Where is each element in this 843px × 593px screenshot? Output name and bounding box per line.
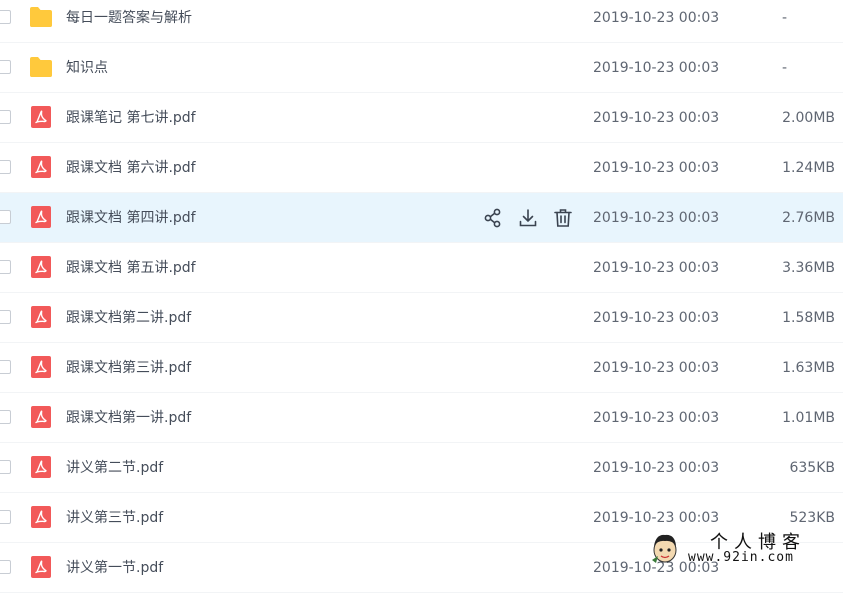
pdf-icon [29, 206, 53, 228]
pdf-icon [29, 456, 53, 478]
file-name[interactable]: 跟课笔记 第七讲.pdf [66, 93, 196, 143]
table-row[interactable]: 讲义第二节.pdf 2019-10-23 00:03 635KB [0, 443, 843, 493]
file-size: 3.36MB [782, 260, 835, 276]
file-name[interactable]: 跟课文档 第六讲.pdf [66, 143, 196, 193]
row-checkbox[interactable] [0, 260, 11, 274]
pdf-icon [29, 406, 53, 428]
file-date: 2019-10-23 00:03 [593, 60, 720, 76]
watermark-url: www.92in.com [688, 550, 794, 565]
file-name[interactable]: 每日一题答案与解析 [66, 0, 192, 43]
pdf-icon [29, 556, 53, 578]
row-checkbox[interactable] [0, 110, 11, 124]
file-name[interactable]: 跟课文档 第五讲.pdf [66, 243, 196, 293]
file-date: 2019-10-23 00:03 [593, 110, 720, 126]
file-size: 2.00MB [782, 110, 835, 126]
file-date: 2019-10-23 00:03 [593, 160, 720, 176]
file-name[interactable]: 跟课文档第三讲.pdf [66, 343, 191, 393]
file-size: - [781, 10, 787, 26]
folder-icon [29, 6, 53, 28]
file-size: 1.63MB [782, 360, 835, 376]
pdf-icon [29, 356, 53, 378]
share-icon[interactable] [482, 207, 504, 229]
file-date: 2019-10-23 00:03 [593, 310, 720, 326]
avatar-icon [652, 534, 677, 563]
row-checkbox[interactable] [0, 210, 11, 224]
pdf-icon [29, 256, 53, 278]
row-checkbox[interactable] [0, 160, 11, 174]
row-checkbox[interactable] [0, 510, 11, 524]
table-row[interactable]: 跟课文档第二讲.pdf 2019-10-23 00:03 1.58MB [0, 293, 843, 343]
folder-icon [29, 56, 53, 78]
pdf-icon [29, 306, 53, 328]
file-size: 1.24MB [782, 160, 835, 176]
row-checkbox[interactable] [0, 560, 11, 574]
table-row[interactable]: 跟课文档 第五讲.pdf 2019-10-23 00:03 3.36MB [0, 243, 843, 293]
delete-icon[interactable] [552, 207, 574, 229]
file-date: 2019-10-23 00:03 [593, 410, 720, 426]
pdf-icon [29, 156, 53, 178]
row-checkbox[interactable] [0, 410, 11, 424]
file-name[interactable]: 讲义第一节.pdf [66, 543, 163, 593]
pdf-icon [29, 106, 53, 128]
file-date: 2019-10-23 00:03 [593, 460, 720, 476]
file-date: 2019-10-23 00:03 [593, 360, 720, 376]
table-row[interactable]: 跟课笔记 第七讲.pdf 2019-10-23 00:03 2.00MB [0, 93, 843, 143]
table-row[interactable]: 跟课文档 第六讲.pdf 2019-10-23 00:03 1.24MB [0, 143, 843, 193]
file-name[interactable]: 跟课文档第一讲.pdf [66, 393, 191, 443]
file-size: 635KB [789, 460, 835, 476]
file-name[interactable]: 讲义第二节.pdf [66, 443, 163, 493]
file-list: 每日一题答案与解析 2019-10-23 00:03 - 知识点 2019-10-23… [0, 0, 843, 593]
row-checkbox[interactable] [0, 360, 11, 374]
row-checkbox[interactable] [0, 460, 11, 474]
watermark: 个人博客 www.92in.com [650, 526, 843, 570]
download-icon[interactable] [517, 207, 539, 229]
table-row[interactable]: 跟课文档第三讲.pdf 2019-10-23 00:03 1.63MB [0, 343, 843, 393]
file-date: 2019-10-23 00:03 [593, 210, 720, 226]
table-row[interactable]: 每日一题答案与解析 2019-10-23 00:03 - [0, 0, 843, 43]
file-date: 2019-10-23 00:03 [593, 10, 720, 26]
file-size: - [781, 60, 787, 76]
file-size: 1.58MB [782, 310, 835, 326]
file-date: 2019-10-23 00:03 [593, 260, 720, 276]
file-size: 2.76MB [782, 210, 835, 226]
pdf-icon [29, 506, 53, 528]
file-name[interactable]: 讲义第三节.pdf [66, 493, 163, 543]
file-size: 1.01MB [782, 410, 835, 426]
table-row[interactable]: 跟课文档 第四讲.pdf 2019-10-23 00:03 2.76MB [0, 193, 843, 243]
row-checkbox[interactable] [0, 60, 11, 74]
table-row[interactable]: 知识点 2019-10-23 00:03 - [0, 43, 843, 93]
file-name[interactable]: 知识点 [66, 43, 108, 93]
row-checkbox[interactable] [0, 10, 11, 24]
file-name[interactable]: 跟课文档第二讲.pdf [66, 293, 191, 343]
table-row[interactable]: 跟课文档第一讲.pdf 2019-10-23 00:03 1.01MB [0, 393, 843, 443]
row-checkbox[interactable] [0, 310, 11, 324]
file-name[interactable]: 跟课文档 第四讲.pdf [66, 193, 196, 243]
